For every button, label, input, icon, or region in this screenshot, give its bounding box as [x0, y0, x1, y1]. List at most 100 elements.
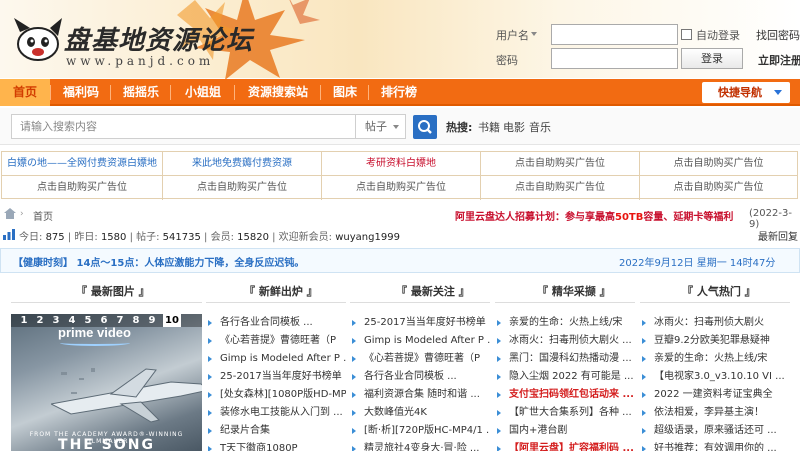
search-scope-select[interactable]: 帖子: [356, 114, 406, 139]
bullet-icon: [352, 428, 356, 434]
ad-cell[interactable]: 来此地免费薅付费资源: [163, 152, 322, 176]
list-item[interactable]: 超级语录，原来骚话还可 ...: [642, 422, 790, 440]
breadcrumb-home-link[interactable]: 首页: [33, 208, 53, 223]
quick-nav-button[interactable]: 快捷导航: [702, 82, 790, 103]
bullet-icon: [642, 356, 646, 362]
nav-item-ranking[interactable]: 排行榜: [370, 79, 428, 106]
latest-reply-link[interactable]: 最新回复: [758, 228, 798, 243]
list-item[interactable]: 2022 一建资料考证宝典全: [642, 386, 790, 404]
chevron-down-icon: [774, 90, 782, 95]
hot-search-link[interactable]: 书籍: [478, 119, 500, 135]
column-divider: [495, 302, 635, 303]
list-item[interactable]: 《心若菩提》曹德旺著（P: [352, 350, 490, 368]
list-item[interactable]: 各行各业合同模板 ...: [208, 314, 346, 332]
slider-tab[interactable]: 2: [33, 314, 47, 327]
register-link[interactable]: 立即注册: [758, 52, 800, 68]
list-item[interactable]: Gimp is Modeled After P ...: [208, 350, 346, 368]
slider-tab[interactable]: 1: [17, 314, 31, 327]
ad-cell[interactable]: 白嫖の地——全网付费资源白嫖地: [2, 152, 163, 176]
ad-cell[interactable]: 点击自助购买广告位: [481, 176, 640, 200]
list-item[interactable]: 黑门：国漫科幻热播动漫 ...: [497, 350, 635, 368]
bullet-icon: [497, 356, 501, 362]
find-password-link[interactable]: 找回密码: [756, 27, 800, 43]
dog-logo-icon: [14, 18, 62, 61]
slider-tab[interactable]: 8: [129, 314, 143, 327]
list-item[interactable]: 隐入尘烟 2022 有可能是 ...: [497, 368, 635, 386]
list-item[interactable]: 好书推荐：有效调用你的 ...: [642, 440, 790, 451]
nav-item-home[interactable]: 首页: [0, 79, 50, 106]
ad-cell[interactable]: 考研资料白嫖地: [322, 152, 481, 176]
list-item[interactable]: 25-2017当当年度好书榜单: [208, 368, 346, 386]
nav-item-shake[interactable]: 摇摇乐: [112, 79, 170, 106]
list-item[interactable]: 各行各业合同模板 ...: [352, 368, 490, 386]
bullet-icon: [208, 446, 212, 451]
column-header-latest-images: 『 最新图片 』: [76, 285, 150, 298]
search-input[interactable]: 请输入搜索内容: [11, 114, 356, 139]
newest-member-link[interactable]: wuyang1999: [335, 232, 400, 243]
ad-cell[interactable]: 点击自助购买广告位: [640, 152, 797, 176]
list-item[interactable]: 冰雨火：扫毒刑侦大剧火 ...: [497, 332, 635, 350]
list-item[interactable]: 装修水电工技能从入门到 ...: [208, 404, 346, 422]
list-item-highlight[interactable]: 【阿里云盘】扩容福利码 ...: [497, 440, 635, 451]
latest-image-slider[interactable]: 1 2 3 4 5 6 7 8 9 10 prime video FROM TH…: [11, 314, 202, 451]
site-notice[interactable]: 阿里云盘达人招募计划：参与享最高50TB容量、延期卡等福利: [455, 208, 733, 223]
main-nav: 首页 福利码 摇摇乐 小姐姐 资源搜索站 图床 排行榜 快捷导航: [0, 79, 800, 106]
list-item[interactable]: 大数峰值光4K: [352, 404, 490, 422]
ad-cell[interactable]: 点击自助购买广告位: [2, 176, 163, 200]
username-input[interactable]: [551, 24, 678, 45]
list-item[interactable]: 豆瓣9.2分欧美犯罪悬疑神: [642, 332, 790, 350]
list-item[interactable]: 【旷世大合集系列】各种 ...: [497, 404, 635, 422]
ad-cell[interactable]: 点击自助购买广告位: [481, 152, 640, 176]
stat-yesterday: 1580: [100, 232, 127, 243]
list-item-highlight[interactable]: 支付宝扫码领红包话动来 ...: [497, 386, 635, 404]
list-item[interactable]: 25-2017当当年度好书榜单: [352, 314, 490, 332]
list-item[interactable]: T天下徽商1080P: [208, 440, 346, 451]
bullet-icon: [497, 410, 501, 416]
list-item[interactable]: 精灵旅社4变身大·冒·险 ...: [352, 440, 490, 451]
home-icon[interactable]: [4, 208, 16, 219]
bullet-icon: [642, 392, 646, 398]
bullet-icon: [642, 428, 646, 434]
ad-cell[interactable]: 点击自助购买广告位: [322, 176, 481, 200]
bullet-icon: [642, 338, 646, 344]
list-item[interactable]: [处女森林][1080P版HD-MP: [208, 386, 346, 404]
list-item[interactable]: 冰雨火：扫毒刑侦大剧火: [642, 314, 790, 332]
list-item[interactable]: Gimp is Modeled After P ...: [352, 332, 490, 350]
search-scope-value: 帖子: [365, 120, 387, 133]
list-item[interactable]: 国内+港台剧: [497, 422, 635, 440]
list-item[interactable]: [断·析][720P版HC-MP4/1 ...: [352, 422, 490, 440]
site-logo[interactable]: 盘基地资源论坛 www.panjd.com: [10, 14, 260, 70]
list-item[interactable]: 【电视家3.0_v3.10.10 VI ...: [642, 368, 790, 386]
search-button[interactable]: [413, 115, 437, 139]
list-item[interactable]: 依法相爱，李异基主演！: [642, 404, 790, 422]
nav-item-welfare-code[interactable]: 福利码: [52, 79, 110, 106]
password-input[interactable]: [551, 48, 678, 69]
slider-tab-active[interactable]: 10: [163, 314, 181, 327]
username-type-caret-icon[interactable]: [531, 32, 537, 36]
column-header-follow: 『 最新关注 』: [396, 285, 470, 298]
login-button[interactable]: 登录: [681, 48, 743, 69]
list-item[interactable]: 《心若菩提》曹德旺著（P: [208, 332, 346, 350]
logo-chinese-text: 盘基地资源论坛: [64, 26, 254, 56]
nav-item-resource-search[interactable]: 资源搜索站: [236, 79, 320, 106]
bullet-icon: [352, 392, 356, 398]
auto-login-label: 自动登录: [696, 29, 740, 42]
ad-cell[interactable]: 点击自助购买广告位: [163, 176, 322, 200]
hot-search-link[interactable]: 电影: [503, 119, 525, 135]
auto-login-checkbox[interactable]: [681, 29, 692, 40]
hot-search-link[interactable]: 音乐: [529, 119, 551, 135]
list-item[interactable]: 福利资源合集 随时和谐 ...: [352, 386, 490, 404]
slider-tab[interactable]: 9: [145, 314, 159, 327]
list-item[interactable]: 亲爱的生命：火热上线/宋: [497, 314, 635, 332]
list-item[interactable]: 纪录片合集: [208, 422, 346, 440]
ad-cell[interactable]: 点击自助购买广告位: [640, 176, 797, 200]
list-item[interactable]: 亲爱的生命：火热上线/宋: [642, 350, 790, 368]
nav-divider: [320, 85, 321, 100]
bullet-icon: [208, 356, 212, 362]
nav-divider: [234, 85, 235, 100]
notice-highlight: 50TB: [615, 212, 644, 223]
stat-posts: 541735: [162, 232, 201, 243]
nav-item-girls[interactable]: 小姐姐: [172, 79, 234, 106]
bullet-icon: [208, 392, 212, 398]
nav-item-image-host[interactable]: 图床: [322, 79, 368, 106]
